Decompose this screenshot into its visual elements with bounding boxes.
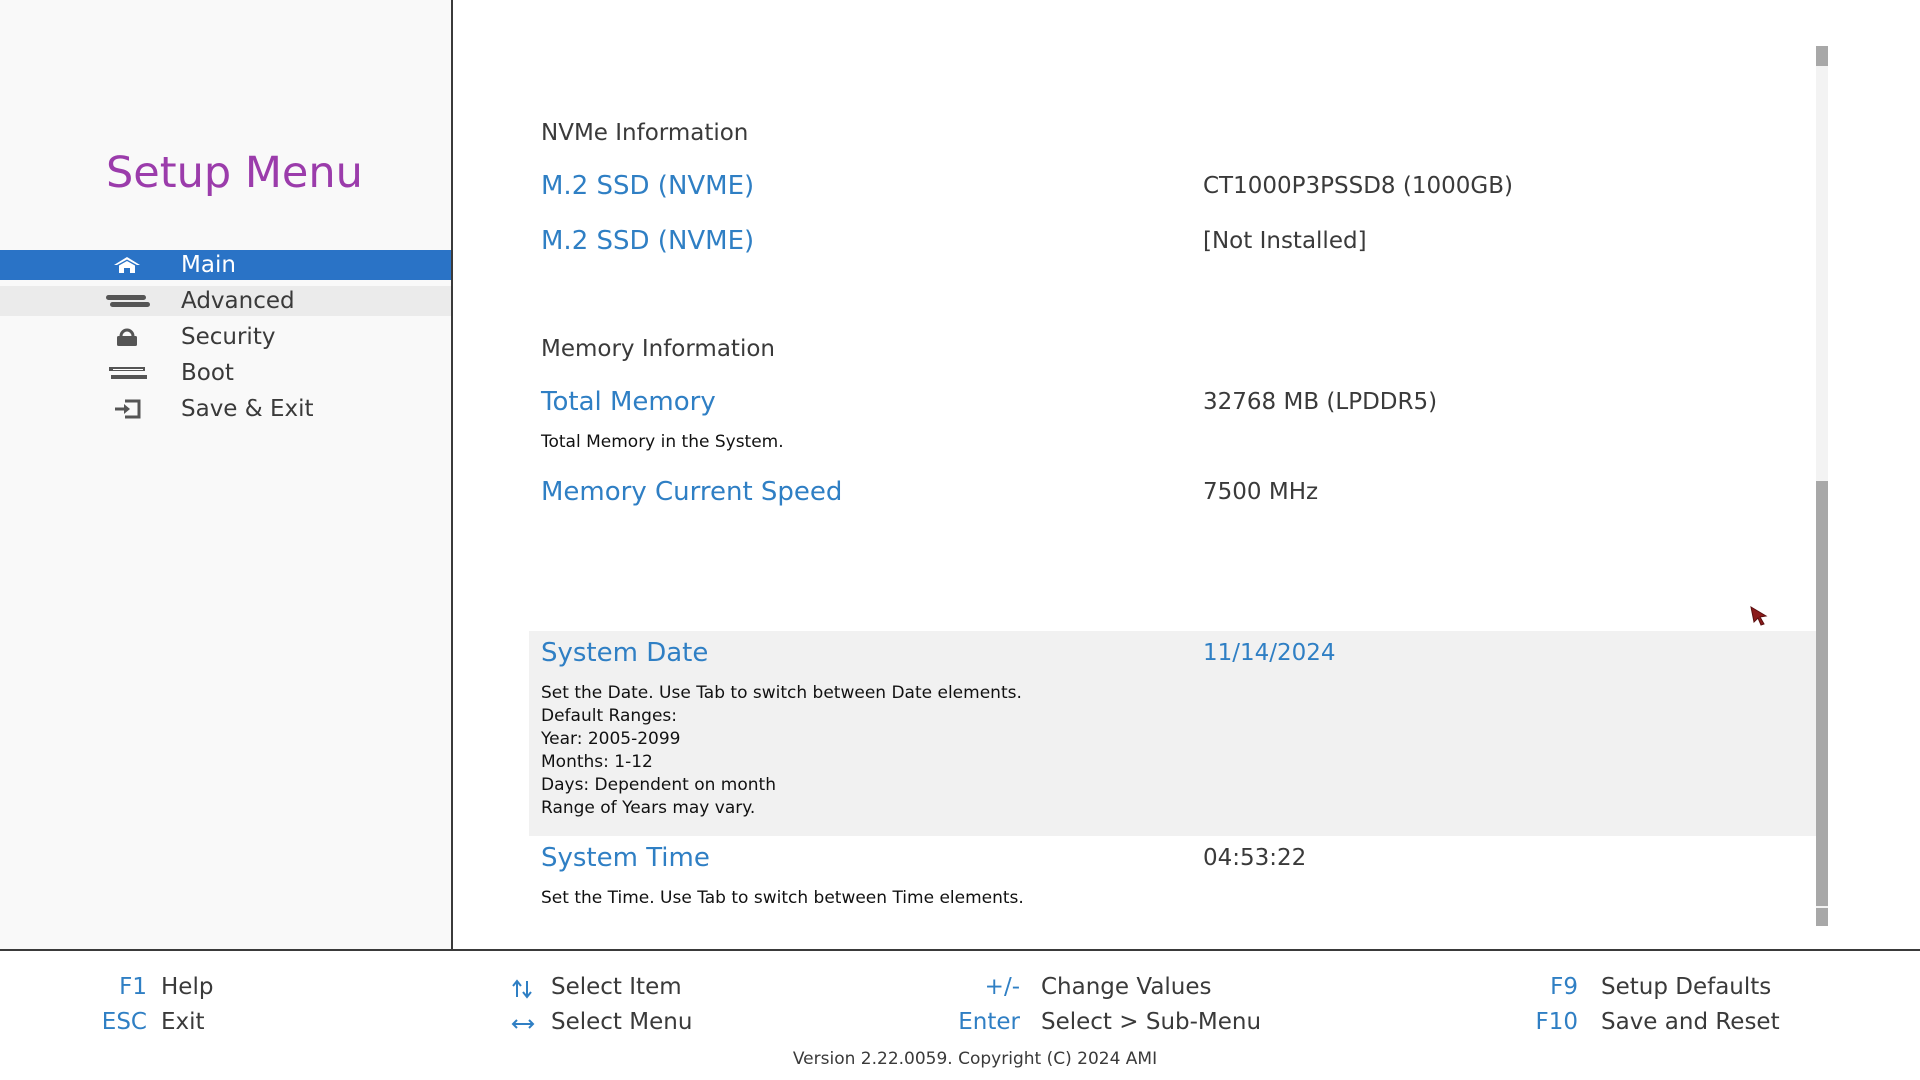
key-f1-desc: Help	[161, 974, 214, 1000]
nvme-slot-1-label: M.2 SSD (NVME)	[541, 171, 755, 201]
footer-key-legend: F1 Help ESC Exit Select Item Select Menu…	[0, 949, 1920, 1080]
key-f9-desc: Setup Defaults	[1601, 974, 1772, 1000]
system-date-value[interactable]: 11/14/2024	[1203, 640, 1336, 666]
key-enter: Enter	[958, 1009, 1020, 1035]
help-line: Months: 1-12	[541, 752, 653, 772]
key-f9: F9	[1550, 974, 1578, 1000]
sidebar-title: Setup Menu	[106, 148, 363, 198]
scrollbar-thumb[interactable]	[1816, 481, 1828, 906]
home-icon	[104, 254, 150, 276]
help-line: Range of Years may vary.	[541, 798, 756, 818]
nvme-slot-1-value: CT1000P3PSSD8 (1000GB)	[1203, 173, 1513, 199]
help-line: Default Ranges:	[541, 706, 677, 726]
key-f10-desc: Save and Reset	[1601, 1009, 1780, 1035]
sidebar-item-main[interactable]: Main	[0, 250, 451, 280]
key-f1: F1	[119, 974, 147, 1000]
help-line: Year: 2005-2099	[541, 729, 681, 749]
lock-icon	[104, 326, 150, 348]
sidebar-item-security[interactable]: Security	[0, 322, 451, 352]
total-memory-label: Total Memory	[541, 387, 716, 417]
key-esc: ESC	[101, 1009, 147, 1035]
sidebar-item-label: Security	[181, 324, 276, 350]
advanced-icon	[104, 290, 150, 312]
scrollbar-up-button[interactable]	[1816, 46, 1828, 66]
help-line: Days: Dependent on month	[541, 775, 776, 795]
sidebar-item-label: Advanced	[181, 288, 295, 314]
nvme-section-heading: NVMe Information	[541, 120, 749, 146]
key-esc-desc: Exit	[161, 1009, 205, 1035]
up-down-arrows-icon	[512, 979, 532, 999]
key-plus-minus-desc: Change Values	[1041, 974, 1212, 1000]
system-time-value[interactable]: 04:53:22	[1203, 845, 1306, 871]
system-time-help: Set the Time. Use Tab to switch between …	[541, 888, 1024, 908]
nvme-slot-2-value: [Not Installed]	[1203, 228, 1367, 254]
total-memory-help: Total Memory in the System.	[541, 432, 784, 452]
sidebar-nav: Main Advanced Security Boot Save & Exit	[0, 250, 451, 430]
sidebar-item-save-exit[interactable]: Save & Exit	[0, 394, 451, 424]
system-date-help: Set the Date. Use Tab to switch between …	[541, 682, 1022, 820]
help-line: Set the Date. Use Tab to switch between …	[541, 683, 1022, 703]
sidebar-item-advanced[interactable]: Advanced	[0, 286, 451, 316]
sidebar-item-label: Main	[181, 252, 236, 278]
select-menu-desc: Select Menu	[551, 1009, 693, 1035]
sidebar-item-label: Boot	[181, 360, 234, 386]
scrollbar-down-button[interactable]	[1816, 908, 1828, 926]
sidebar: Setup Menu Main Advanced Security Boot S…	[0, 0, 453, 949]
select-item-desc: Select Item	[551, 974, 682, 1000]
save-exit-icon	[104, 398, 150, 420]
boot-icon	[104, 362, 150, 384]
sidebar-item-boot[interactable]: Boot	[0, 358, 451, 388]
memory-section-heading: Memory Information	[541, 336, 775, 362]
key-plus-minus: +/-	[984, 974, 1020, 1000]
memory-speed-value: 7500 MHz	[1203, 479, 1319, 505]
mouse-cursor-icon	[1750, 605, 1768, 626]
total-memory-value: 32768 MB (LPDDR5)	[1203, 389, 1438, 415]
system-date-label[interactable]: System Date	[541, 638, 708, 668]
system-time-label[interactable]: System Time	[541, 843, 710, 873]
sidebar-item-label: Save & Exit	[181, 396, 314, 422]
memory-speed-label: Memory Current Speed	[541, 477, 843, 507]
key-enter-desc: Select > Sub-Menu	[1041, 1009, 1262, 1035]
left-right-arrows-icon	[511, 1019, 535, 1029]
bios-setup-screen: Setup Menu Main Advanced Security Boot S…	[0, 0, 1920, 1080]
nvme-slot-2-label: M.2 SSD (NVME)	[541, 226, 755, 256]
version-copyright: Version 2.22.0059. Copyright (C) 2024 AM…	[792, 1049, 1158, 1069]
key-f10: F10	[1535, 1009, 1579, 1035]
